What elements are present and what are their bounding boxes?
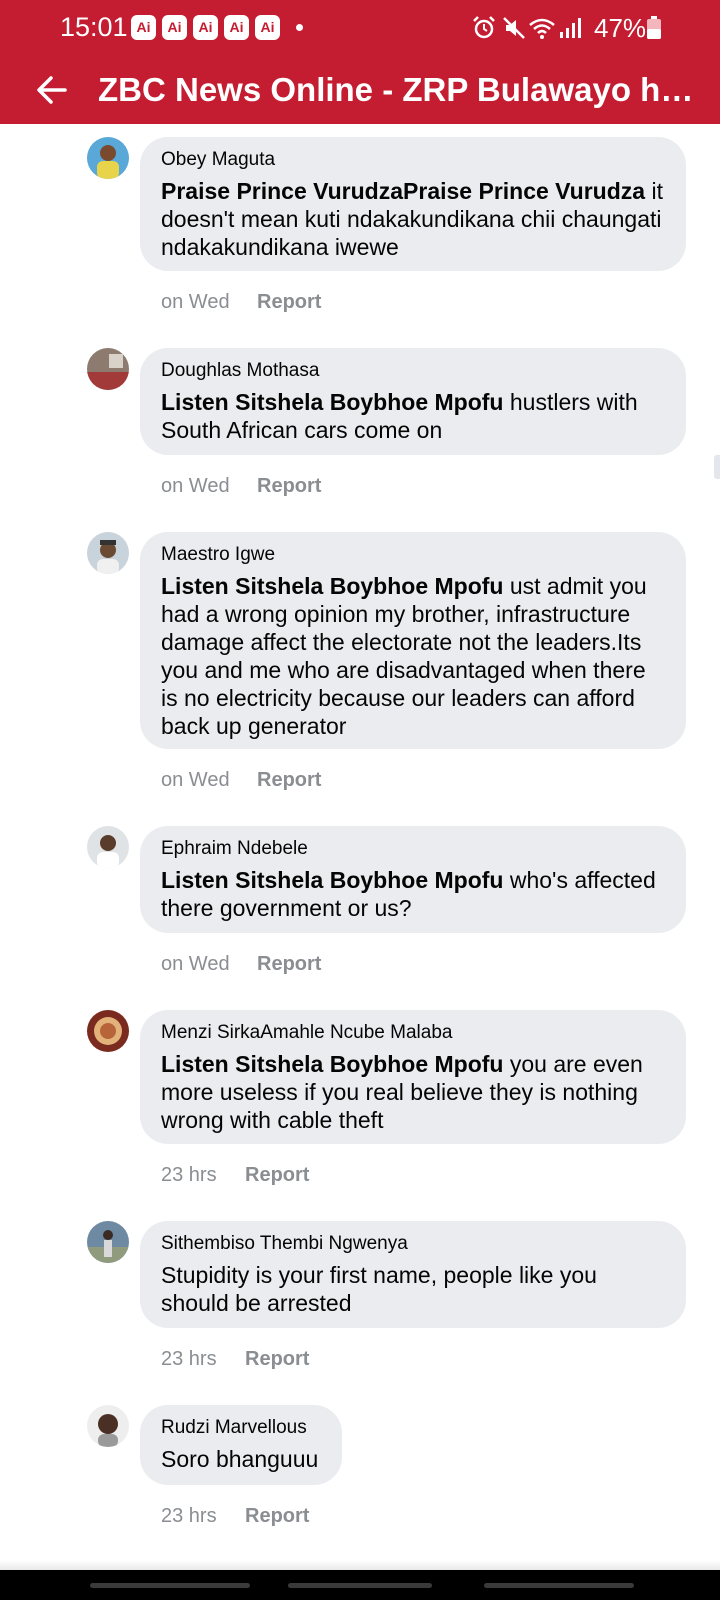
avatar[interactable] [87,137,129,179]
comment-time: on Wed [161,953,230,975]
wifi-icon [529,18,555,39]
ai-notification-icon: Ai [162,15,187,40]
comment-bubble: Sithembiso Thembi Ngwenya Stupidity is y… [140,1221,686,1328]
comment-text: Listen Sitshela Boybhoe Mpofu you are ev… [161,1051,643,1133]
comment-author[interactable]: Sithembiso Thembi Ngwenya [161,1231,664,1257]
comment-text: Listen Sitshela Boybhoe Mpofu who's affe… [161,867,656,921]
comment-time: on Wed [161,475,230,497]
comment-author[interactable]: Doughlas Mothasa [161,358,664,384]
comment-author[interactable]: Menzi SirkaAmahle Ncube Malaba [161,1020,664,1046]
ai-notification-icon: Ai [255,15,280,40]
comment-author[interactable]: Maestro Igwe [161,542,664,568]
scrollbar[interactable] [714,455,720,479]
nav-shadow [0,1560,720,1570]
back-button[interactable] [28,66,76,114]
avatar[interactable] [87,1405,129,1447]
comment-time: on Wed [161,769,230,791]
comment-meta: 23 hrs Report [161,1505,309,1528]
avatar[interactable] [87,1221,129,1263]
comment-bubble: Rudzi Marvellous Soro bhanguuu [140,1405,342,1485]
arrow-left-icon [37,76,67,104]
status-time: 15:01 [60,12,128,42]
avatar[interactable] [87,532,129,574]
comment-time: 23 hrs [161,1348,217,1370]
mention-link[interactable]: Listen Sitshela Boybhoe Mpofu [161,389,503,415]
avatar[interactable] [87,348,129,390]
comment-author[interactable]: Obey Maguta [161,147,664,173]
ai-notification-icon: Ai [131,15,156,40]
nav-home-handle[interactable] [288,1583,432,1588]
status-bar: 15:01 Ai Ai Ai Ai Ai 47% [0,0,720,56]
comment-text: Stupidity is your first name, people lik… [161,1262,597,1316]
report-button[interactable]: Report [257,769,321,792]
nav-back-handle[interactable] [484,1583,634,1588]
signal-icon [560,18,581,38]
comment-meta: 23 hrs Report [161,1348,309,1371]
comment-meta: on Wed Report [161,953,321,976]
page-title: ZBC News Online - ZRP Bulawayo ha… [98,71,698,108]
comment-author[interactable]: Ephraim Ndebele [161,836,664,862]
comment-bubble: Doughlas Mothasa Listen Sitshela Boybhoe… [140,348,686,455]
comment-meta: 23 hrs Report [161,1164,309,1187]
comment-meta: on Wed Report [161,769,321,792]
nav-recents-handle[interactable] [90,1583,250,1588]
comment-meta: on Wed Report [161,475,321,498]
ai-notification-icon: Ai [193,15,218,40]
system-navigation-bar [0,1570,720,1600]
mention-link[interactable]: Praise Prince VurudzaPraise Prince Vurud… [161,178,645,204]
comment-bubble: Maestro Igwe Listen Sitshela Boybhoe Mpo… [140,532,686,749]
battery-icon [647,16,661,39]
comment-time: on Wed [161,291,230,313]
more-notifications-dot [296,24,303,31]
report-button[interactable]: Report [245,1348,309,1371]
avatar[interactable] [87,826,129,868]
report-button[interactable]: Report [257,475,321,498]
mute-icon [503,17,525,39]
report-button[interactable]: Report [245,1164,309,1187]
comment-bubble: Obey Maguta Praise Prince VurudzaPraise … [140,137,686,271]
app-toolbar: ZBC News Online - ZRP Bulawayo ha… [0,56,720,124]
alarm-icon [473,16,495,39]
mention-link[interactable]: Listen Sitshela Boybhoe Mpofu [161,1051,503,1077]
report-button[interactable]: Report [245,1505,309,1528]
report-button[interactable]: Report [257,953,321,976]
comment-bubble: Ephraim Ndebele Listen Sitshela Boybhoe … [140,826,686,933]
comment-time: 23 hrs [161,1164,217,1186]
ai-notification-icon: Ai [224,15,249,40]
comment-author[interactable]: Rudzi Marvellous [161,1415,320,1441]
comment-time: 23 hrs [161,1505,217,1527]
comment-text: Praise Prince VurudzaPraise Prince Vurud… [161,178,663,260]
comment-text: Listen Sitshela Boybhoe Mpofu ust admit … [161,573,647,739]
comment-bubble: Menzi SirkaAmahle Ncube Malaba Listen Si… [140,1010,686,1144]
comment-meta: on Wed Report [161,291,321,314]
comment-text: Soro bhanguuu [161,1446,319,1472]
report-button[interactable]: Report [257,291,321,314]
mention-link[interactable]: Listen Sitshela Boybhoe Mpofu [161,867,503,893]
avatar[interactable] [87,1010,129,1052]
comment-text: Listen Sitshela Boybhoe Mpofu hustlers w… [161,389,638,443]
battery-percent: 47% [594,13,647,43]
mention-link[interactable]: Listen Sitshela Boybhoe Mpofu [161,573,503,599]
